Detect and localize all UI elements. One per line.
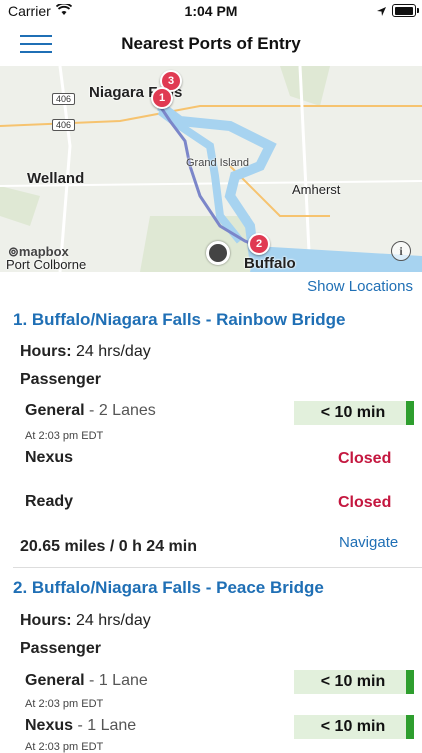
port-hours: Hours: 24 hrs/day [20,343,151,361]
update-time: At 2:03 pm EDT [25,698,104,710]
section-passenger: Passenger [20,640,101,657]
lane-count: - 2 Lanes [89,402,156,419]
wait-time-badge: < 10 min [294,670,414,694]
lane-general: General - 2 Lanes [25,402,156,420]
status-closed: Closed [338,494,392,511]
lane-label: Nexus [25,449,74,466]
nav-bar: Nearest Ports of Entry [0,22,422,67]
map-info-icon[interactable]: i [391,241,411,261]
location-arrow-icon [376,4,387,20]
navigate-link[interactable]: Navigate [339,534,398,551]
hours-label: Hours: [20,343,72,360]
user-location-marker [206,241,230,265]
port-title[interactable]: 2. Buffalo/Niagara Falls - Peace Bridge [13,578,324,598]
lane-general: General - 1 Lane [25,672,148,690]
wait-status-bar [406,670,414,694]
update-time: At 2:03 pm EDT [25,430,104,442]
lane-label: General [25,672,85,689]
highway-shield: 406 [52,119,76,131]
lane-label: General [25,402,85,419]
lane-count: - 1 Lane [77,717,137,734]
section-passenger: Passenger [20,371,101,388]
page-title: Nearest Ports of Entry [121,34,301,53]
map-label-buffalo: Buffalo [244,255,296,272]
map-label-grand-island: Grand Island [186,157,249,169]
map-view[interactable]: Niagara Falls Welland Grand Island Amher… [0,66,422,272]
map-label-amherst: Amherst [292,182,341,197]
lane-label: Ready [25,493,74,510]
status-closed: Closed [338,450,392,467]
wait-time-badge: < 10 min [294,401,414,425]
lane-count: - 1 Lane [89,672,148,689]
hours-value: 24 hrs/day [76,343,151,360]
distance-text: 20.65 miles / 0 h 24 min [20,538,197,555]
lane-label: Nexus [25,717,74,734]
wait-status-bar [406,401,414,425]
mapbox-logo: ⊚mapbox [8,244,69,260]
status-bar: Carrier 1:04 PM [0,0,422,22]
divider [13,567,422,568]
hours-value: 24 hrs/day [76,612,151,629]
lane-ready: Ready [25,493,73,511]
port-hours: Hours: 24 hrs/day [20,612,151,630]
map-marker-2[interactable]: 2 [248,233,270,255]
wait-time-badge: < 10 min [294,715,414,739]
status-time: 1:04 PM [184,3,238,19]
update-time: At 2:03 pm EDT [25,741,104,753]
port-title[interactable]: 1. Buffalo/Niagara Falls - Rainbow Bridg… [13,310,346,330]
battery-icon [392,4,419,17]
wait-time-text: < 10 min [320,404,386,421]
wait-time-text: < 10 min [320,718,386,735]
hours-label: Hours: [20,612,72,629]
lane-nexus: Nexus - 1 Lane [25,717,136,735]
mapbox-logo-icon: ⊚ [8,244,19,259]
highway-shield: 406 [52,93,76,105]
mapbox-attribution: mapbox [18,244,69,259]
map-marker-1[interactable]: 1 [151,87,173,109]
show-locations-link[interactable]: Show Locations [307,278,413,295]
lane-nexus: Nexus [25,449,73,467]
map-label-welland: Welland [27,170,85,187]
wait-time-text: < 10 min [320,673,386,690]
wait-status-bar [406,715,414,739]
